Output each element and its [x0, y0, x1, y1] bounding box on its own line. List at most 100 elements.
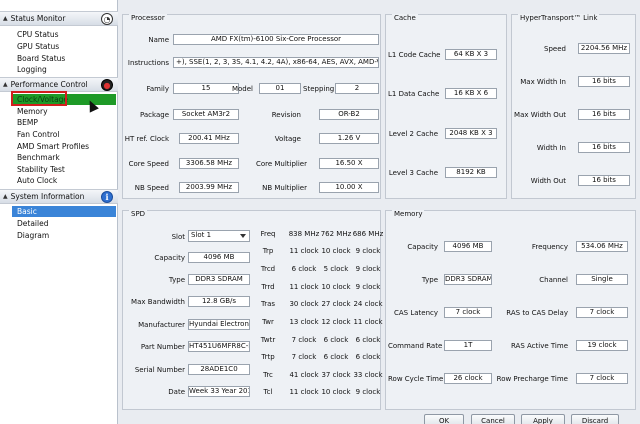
l1-data-label: L1 Data Cache [388, 90, 440, 98]
timing-cell: 10 clock [321, 247, 351, 255]
timing-cell: 41 clock [289, 371, 319, 379]
discard-button[interactable]: Discard [571, 414, 619, 424]
sidebar-item-memory[interactable]: Memory [12, 106, 116, 117]
timing-cell: 7 clock [291, 353, 317, 361]
l1-code-label: L1 Code Cache [388, 51, 441, 59]
instructions-label: Instructions [127, 59, 169, 67]
spd-group-title: SPD [129, 210, 148, 218]
sidebar-item-diagram[interactable]: Diagram [12, 230, 116, 241]
slot-dropdown[interactable]: Slot 1 [188, 230, 250, 242]
sidebar-item-fan-control[interactable]: Fan Control [12, 129, 116, 140]
performance-control-header[interactable]: ▲ Performance Control ● [0, 77, 118, 92]
command-rate-label: Command Rate [388, 342, 443, 350]
width-in-label: Width In [536, 144, 566, 152]
instructions-field: +), SSE(1, 2, 3, 3S, 4.1, 4.2, 4A), x86-… [173, 57, 379, 68]
family-label: Family [146, 85, 169, 93]
cas-latency-field: 7 clock [444, 307, 492, 318]
sidebar-item-amd-smart-profiles[interactable]: AMD Smart Profiles [12, 141, 116, 152]
timing-cell: Tcl [263, 388, 273, 396]
stepping-label: Stepping [303, 85, 335, 93]
row-precharge-time-label: Row Precharge Time [496, 375, 568, 383]
sidebar-item-board-status[interactable]: Board Status [12, 53, 116, 64]
sidebar-item-detailed[interactable]: Detailed [12, 218, 116, 229]
ok-button[interactable]: OK [424, 414, 464, 424]
processor-group-title: Processor [129, 14, 167, 22]
timing-cell: 33 clock [353, 371, 383, 379]
cancel-button[interactable]: Cancel [471, 414, 515, 424]
nb-speed-field: 2003.99 MHz [179, 182, 239, 193]
manufacturer-field: Hyundai Electronics [188, 319, 250, 330]
sidebar-item-bemp[interactable]: BEMP [12, 117, 116, 128]
voltage-field: 1.26 V [319, 133, 379, 144]
l2-label: Level 2 Cache [388, 130, 438, 138]
channel-field: Single [576, 274, 628, 285]
timing-cell: 5 clock [323, 265, 349, 273]
command-rate-field: 1T [444, 340, 492, 351]
ht-speed-label: Speed [544, 45, 566, 53]
timing-cell: 6 clock [291, 265, 317, 273]
cas-latency-label: CAS Latency [393, 309, 438, 317]
max-width-out-field: 16 bits [578, 109, 630, 120]
timing-cell: 9 clock [355, 265, 381, 273]
l2-field: 2048 KB X 3 [445, 128, 497, 139]
timing-cell: Tras [260, 300, 276, 308]
width-out-field: 16 bits [578, 175, 630, 186]
mem-type-label: Type [421, 276, 438, 284]
timing-cell: Trp [262, 247, 274, 255]
date-field: Week 33 Year 2012 [188, 386, 250, 397]
core-speed-label: Core Speed [128, 160, 169, 168]
slot-dropdown-value: Slot 1 [191, 231, 212, 239]
timing-cell: Twtr [260, 336, 276, 344]
frequency-label: Frequency [531, 243, 568, 251]
ras-cas-delay-label: RAS to CAS Delay [506, 309, 568, 317]
ht-clock-label: HT ref. Clock [124, 135, 169, 143]
mem-type-field: DDR3 SDRAM [444, 274, 492, 285]
timing-header-cell: 762 MHz [320, 230, 352, 238]
timing-cell: 30 clock [289, 300, 319, 308]
sidebar-item-benchmark[interactable]: Benchmark [12, 152, 116, 163]
timing-cell: 11 clock [289, 283, 319, 291]
sidebar-item-basic[interactable]: Basic [12, 206, 116, 217]
timing-cell: Trrd [261, 283, 275, 291]
name-label: Name [148, 36, 169, 44]
max-width-out-label: Max Width Out [514, 111, 566, 119]
sidebar-item-logging[interactable]: Logging [12, 64, 116, 75]
processor-name-field: AMD FX(tm)-6100 Six-Core Processor [173, 34, 379, 45]
timing-cell: Trtp [261, 353, 275, 361]
spd-type-label: Type [168, 276, 185, 284]
part-number-label: Part Number [140, 343, 185, 351]
l3-field: 8192 KB [445, 167, 497, 178]
system-information-header[interactable]: ▲ System Information i [0, 189, 118, 204]
l3-label: Level 3 Cache [388, 169, 438, 177]
width-in-field: 16 bits [578, 142, 630, 153]
timing-cell: 6 clock [355, 336, 381, 344]
timing-cell: Twr [262, 318, 274, 326]
timing-cell: 6 clock [323, 353, 349, 361]
collapse-arrow-icon: ▲ [3, 193, 8, 200]
row-cycle-time-field: 26 clock [444, 373, 492, 384]
apply-button[interactable]: Apply [521, 414, 565, 424]
core-multiplier-label: Core Multiplier [255, 160, 307, 168]
timing-cell: Trcd [260, 265, 276, 273]
timing-cell: 11 clock [289, 388, 319, 396]
voltage-label: Voltage [274, 135, 301, 143]
model-field: 01 [259, 83, 301, 94]
package-field: Socket AM3r2 [173, 109, 239, 120]
mem-capacity-label: Capacity [407, 243, 438, 251]
status-monitor-header[interactable]: ▲ Status Monitor ◔ [0, 11, 118, 26]
sidebar-item-cpu-status[interactable]: CPU Status [12, 29, 116, 40]
sidebar-item-stability-test[interactable]: Stability Test [12, 164, 116, 175]
status-monitor-title: Status Monitor [10, 14, 66, 23]
timing-header-cell: Freq [260, 230, 276, 238]
sidebar-item-auto-clock[interactable]: Auto Clock [12, 175, 116, 186]
spd-group: SPD Slot Slot 1 Capacity 4096 MB Type DD… [122, 210, 383, 410]
row-cycle-time-label: Row Cycle Time [388, 375, 444, 383]
row-precharge-time-field: 7 clock [576, 373, 628, 384]
stepping-field: 2 [335, 83, 379, 94]
package-label: Package [139, 111, 169, 119]
width-out-label: Width Out [530, 177, 566, 185]
spd-capacity-label: Capacity [154, 254, 185, 262]
spd-type-field: DDR3 SDRAM [188, 274, 250, 285]
ras-active-time-label: RAS Active Time [510, 342, 568, 350]
sidebar-item-gpu-status[interactable]: GPU Status [12, 41, 116, 52]
